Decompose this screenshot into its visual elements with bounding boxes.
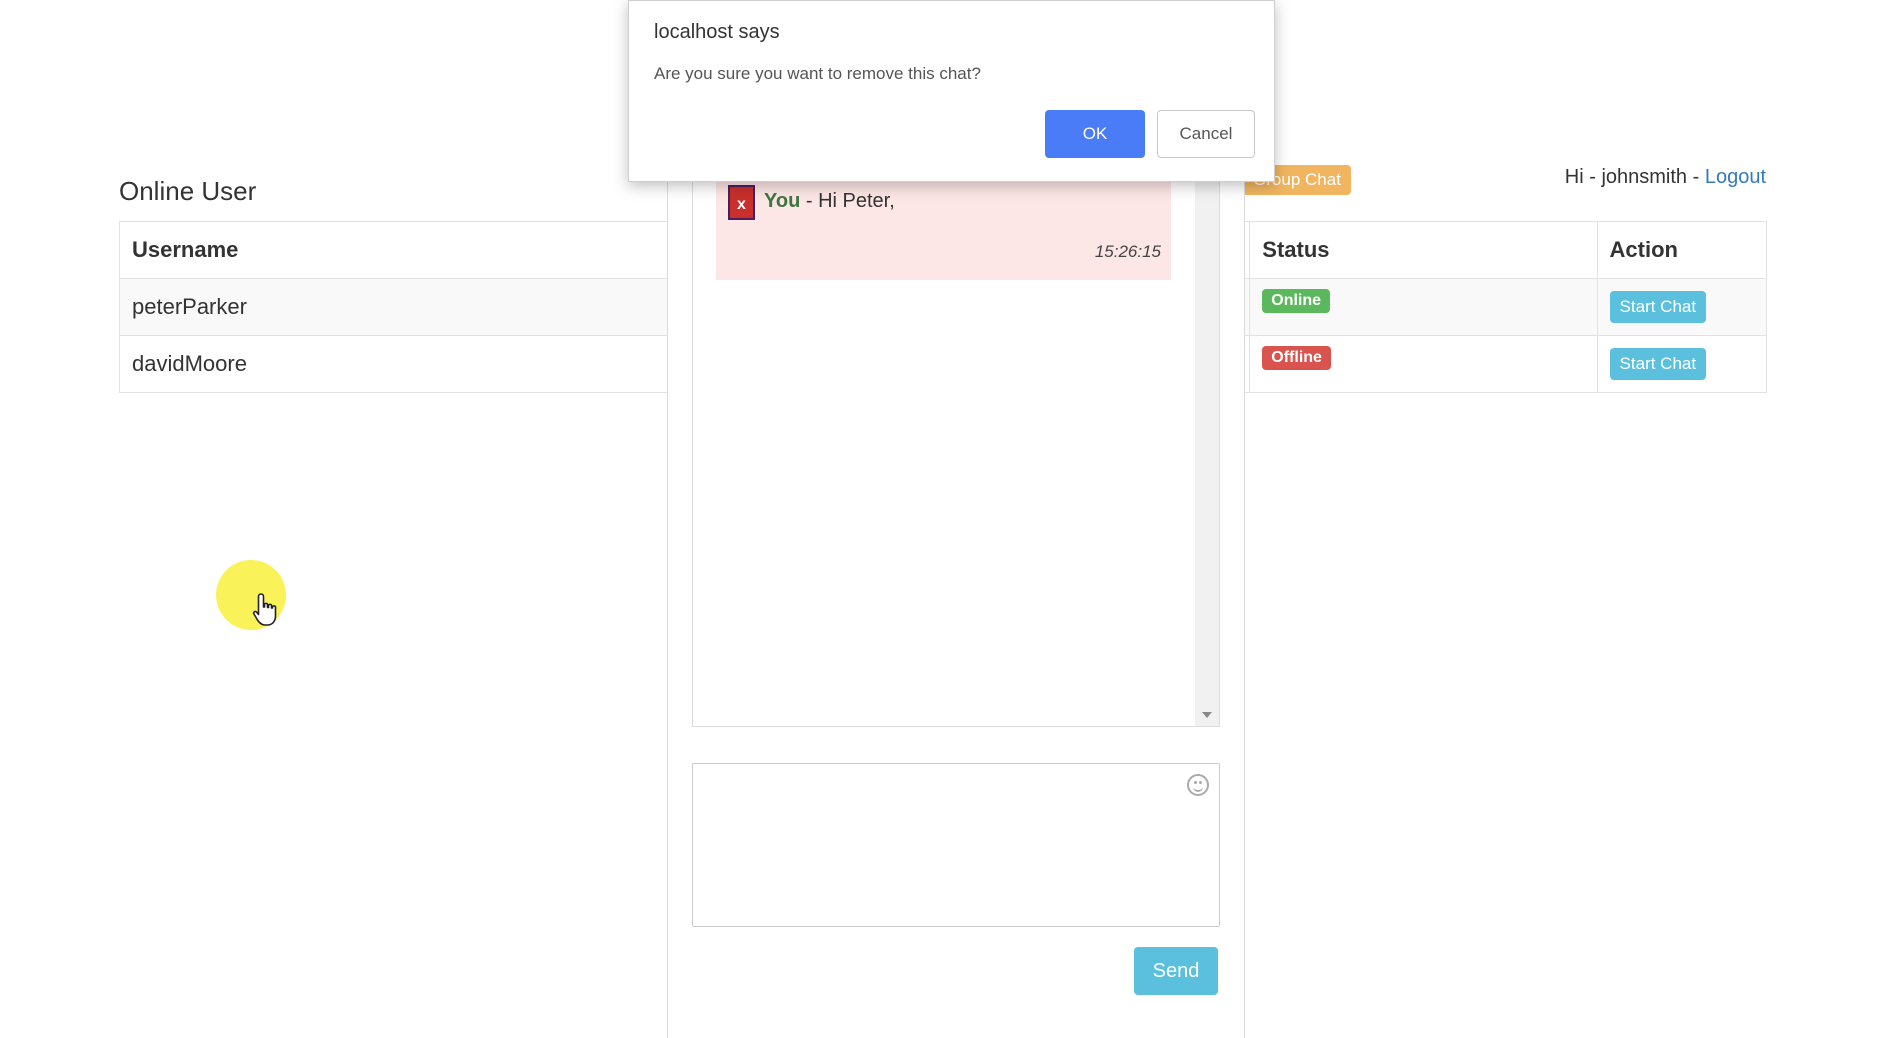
start-chat-button[interactable]: Start Chat (1609, 291, 1707, 323)
status-cell: Online (1249, 278, 1598, 336)
send-button[interactable]: Send (1134, 947, 1218, 995)
status-cell: Offline (1249, 335, 1598, 393)
page-title: Online User (119, 176, 257, 206)
column-header-action: Action (1596, 221, 1768, 279)
cancel-button[interactable]: Cancel (1157, 110, 1255, 158)
current-username: johnsmith (1601, 166, 1688, 188)
message-timestamp: 15:26:15 (1094, 242, 1161, 261)
chat-panel: x You - Hi Peter, 15:26:15 Send (667, 178, 1245, 1038)
greeting-separator: - (1687, 166, 1705, 188)
message-body: - Hi Peter, (800, 190, 895, 212)
greeting-prefix: Hi - (1564, 166, 1602, 188)
scroll-down-arrow-icon[interactable] (1202, 712, 1212, 718)
ok-button[interactable]: OK (1045, 110, 1145, 158)
status-badge: Offline (1262, 346, 1331, 370)
status-badge: Online (1262, 289, 1331, 313)
action-cell: Start Chat (1596, 335, 1768, 393)
smiley-mouth (1193, 784, 1203, 792)
user-greeting: Hi - johnsmith - Logout (1565, 166, 1766, 189)
message-input[interactable] (692, 763, 1220, 927)
chat-message: x You - Hi Peter, 15:26:15 (716, 178, 1171, 280)
dialog-title: localhost says (654, 21, 780, 43)
column-header-status: Status (1249, 221, 1598, 279)
start-chat-button[interactable]: Start Chat (1609, 348, 1707, 380)
remove-chat-button[interactable]: x (728, 185, 755, 220)
message-text: You - Hi Peter, (764, 190, 895, 213)
dialog-message: Are you sure you want to remove this cha… (654, 64, 981, 83)
messages-scrollbar[interactable] (1195, 178, 1219, 726)
message-sender: You (764, 190, 801, 212)
action-cell: Start Chat (1596, 278, 1768, 336)
confirm-dialog: localhost says Are you sure you want to … (628, 0, 1275, 182)
smiley-icon[interactable] (1187, 774, 1209, 796)
chat-messages-box[interactable]: x You - Hi Peter, 15:26:15 (692, 178, 1220, 727)
logout-link[interactable]: Logout (1705, 166, 1766, 188)
hand-pointer-icon (252, 593, 277, 626)
